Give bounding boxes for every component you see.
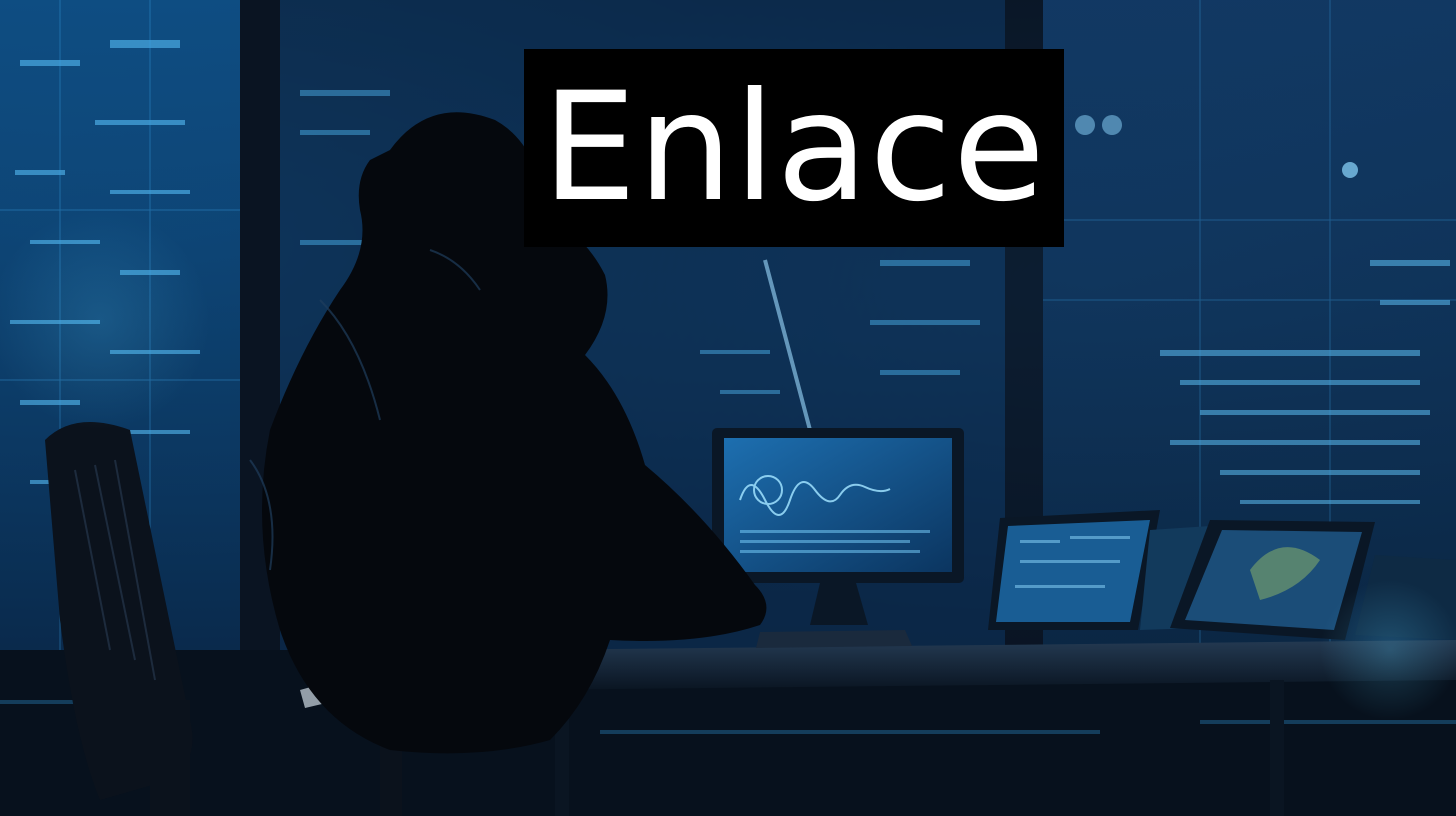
hacker-scene: Enlace: [0, 0, 1456, 816]
title-text: Enlace: [541, 61, 1047, 235]
title-banner: Enlace: [524, 49, 1064, 247]
